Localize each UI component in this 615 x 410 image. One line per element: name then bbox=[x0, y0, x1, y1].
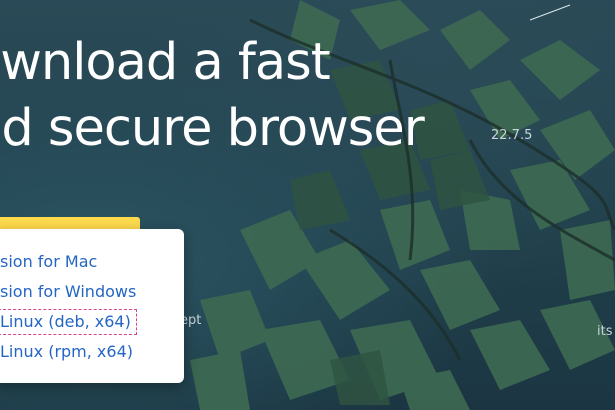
side-text-right: its bbox=[597, 324, 613, 339]
dropdown-item-linux-rpm[interactable]: Linux (rpm, x64) bbox=[0, 341, 133, 363]
hero-title-line-1: ownload a fast bbox=[0, 33, 331, 92]
download-options-dropdown: sion for Mac sion for Windows Linux (deb… bbox=[0, 229, 184, 383]
dropdown-item-mac[interactable]: sion for Mac bbox=[0, 251, 97, 273]
version-number: 22.7.5 bbox=[491, 128, 533, 143]
dropdown-item-linux-deb[interactable]: Linux (deb, x64) bbox=[0, 309, 137, 335]
hero-title: ownload a fast nd secure browser bbox=[0, 30, 425, 162]
hero-title-line-2: nd secure browser bbox=[0, 99, 425, 158]
dropdown-item-windows[interactable]: sion for Windows bbox=[0, 281, 136, 303]
